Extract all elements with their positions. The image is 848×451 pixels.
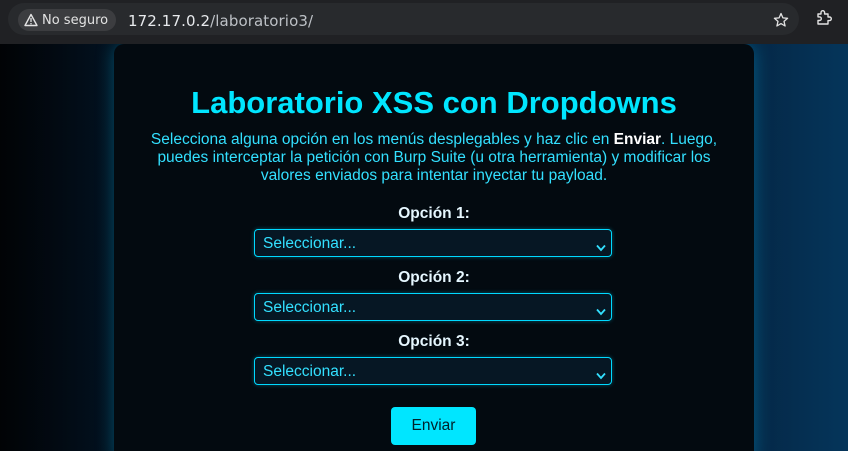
- url-path: /laboratorio3/: [210, 12, 314, 30]
- browser-toolbar: No seguro 172.17.0.2/laboratorio3/: [0, 0, 848, 44]
- address-bar[interactable]: No seguro 172.17.0.2/laboratorio3/: [8, 3, 799, 35]
- security-label: No seguro: [42, 12, 109, 28]
- lab-card: Laboratorio XSS con Dropdowns Selecciona…: [114, 44, 754, 451]
- option-3-select[interactable]: Seleccionar...: [254, 357, 612, 385]
- chevron-down-icon: [596, 303, 606, 321]
- chevron-down-icon: [596, 239, 606, 257]
- page-content: Laboratorio XSS con Dropdowns Selecciona…: [0, 44, 848, 451]
- chevron-down-icon: [596, 367, 606, 385]
- option-3-label: Opción 3:: [398, 333, 470, 350]
- page-title: Laboratorio XSS con Dropdowns: [191, 85, 677, 120]
- option-2-select[interactable]: Seleccionar...: [254, 293, 612, 321]
- intro-text: Selecciona alguna opción en los menús de…: [134, 131, 734, 185]
- extension-icon[interactable]: [814, 8, 834, 32]
- option-1-select[interactable]: Seleccionar...: [254, 229, 612, 257]
- security-indicator[interactable]: No seguro: [18, 9, 117, 31]
- option-2-selected: Seleccionar...: [263, 299, 357, 316]
- option-1-label: Opción 1:: [398, 205, 470, 222]
- intro-text-start: Selecciona alguna opción en los menús de…: [150, 131, 614, 148]
- option-2-label: Opción 2:: [398, 269, 470, 286]
- submit-button[interactable]: Enviar: [391, 407, 476, 445]
- intro-text-bold: Enviar: [613, 131, 662, 148]
- url-text[interactable]: 172.17.0.2/laboratorio3/: [128, 12, 313, 30]
- option-3-selected: Seleccionar...: [263, 363, 357, 380]
- star-icon[interactable]: [773, 12, 789, 32]
- url-host: 172.17.0.2: [128, 12, 211, 30]
- warning-triangle-icon: [24, 13, 38, 27]
- option-1-selected: Seleccionar...: [263, 235, 357, 252]
